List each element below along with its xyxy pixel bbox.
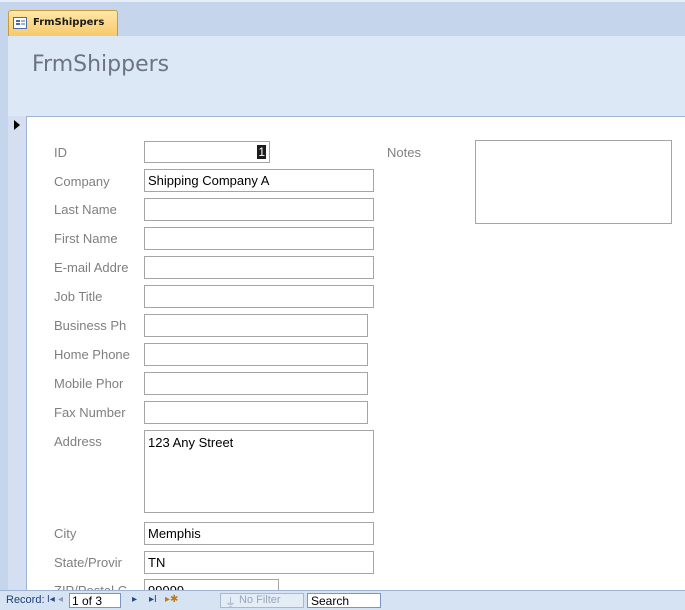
label-notes: Notes — [387, 145, 421, 160]
id-field[interactable]: 1 — [144, 141, 270, 163]
previous-record-icon[interactable]: ◂ — [58, 594, 63, 605]
filter-label: No Filter — [239, 594, 281, 606]
home-phone-field[interactable] — [144, 343, 368, 366]
notes-field[interactable] — [475, 140, 672, 224]
label-business-phone: Business Ph — [54, 318, 127, 333]
job-title-field[interactable] — [144, 285, 374, 308]
label-state: State/Provir — [54, 555, 122, 570]
label-home-phone: Home Phone — [54, 347, 130, 362]
label-city: City — [54, 526, 77, 541]
mobile-phone-field[interactable] — [144, 372, 368, 395]
filter-funnel-icon: ⏚ — [225, 597, 236, 609]
label-fax-number: Fax Number — [54, 405, 126, 420]
first-name-field[interactable] — [144, 227, 374, 250]
label-company: Company — [54, 174, 110, 189]
form-icon — [13, 17, 27, 29]
form-header: FrmShippers — [8, 36, 685, 116]
label-email: E-mail Addre — [54, 260, 129, 275]
label-mobile-phone: Mobile Phor — [54, 376, 124, 391]
document-tab-strip: FrmShippers — [0, 0, 685, 38]
last-record-icon[interactable]: ▸I — [149, 594, 157, 605]
state-field[interactable]: TN — [144, 551, 374, 574]
first-record-icon[interactable]: I◂ — [47, 594, 55, 605]
label-first-name: First Name — [54, 231, 118, 246]
record-label: Record: — [6, 594, 45, 606]
label-address: Address — [54, 434, 102, 449]
tab-frmshippers[interactable]: FrmShippers — [8, 10, 118, 38]
window-frame-left — [0, 0, 8, 590]
email-field[interactable] — [144, 256, 374, 279]
city-field[interactable]: Memphis — [144, 522, 374, 545]
business-phone-field[interactable] — [144, 314, 368, 337]
filter-toggle-button[interactable]: ⏚ No Filter — [220, 593, 304, 609]
current-record-arrow-icon — [14, 120, 20, 130]
next-record-icon[interactable]: ▸ — [132, 594, 137, 605]
new-record-icon[interactable]: ▸✱ — [165, 594, 178, 605]
label-last-name: Last Name — [54, 202, 117, 217]
label-job-title: Job Title — [54, 289, 103, 304]
company-field[interactable]: Shipping Company A — [144, 169, 374, 192]
address-field[interactable]: 123 Any Street — [144, 430, 374, 513]
label-id: ID — [54, 145, 67, 160]
tab-label: FrmShippers — [33, 17, 105, 28]
record-selector[interactable] — [8, 116, 27, 590]
form-title: FrmShippers — [32, 52, 170, 77]
fax-number-field[interactable] — [144, 401, 368, 424]
record-navigation-bar: Record: I◂ ◂ 1 of 3 ▸ ▸I ▸✱ ⏚ No Filter … — [0, 590, 685, 610]
form-detail: ID 1 Company Shipping Company A Last Nam… — [27, 116, 685, 602]
search-input[interactable]: Search — [307, 593, 381, 608]
last-name-field[interactable] — [144, 198, 374, 221]
current-record-box[interactable]: 1 of 3 — [69, 593, 121, 608]
